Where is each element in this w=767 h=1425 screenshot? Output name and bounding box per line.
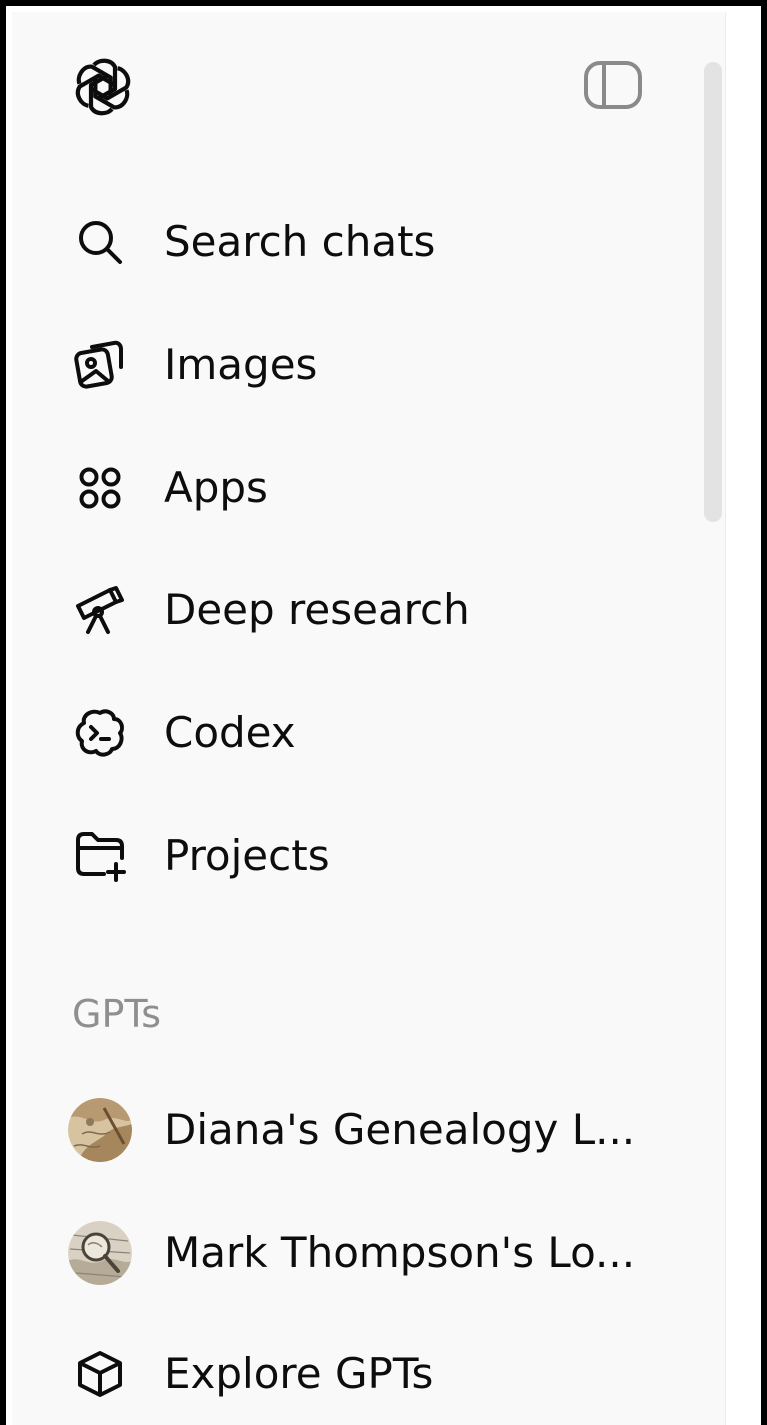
- codex-icon: [68, 701, 132, 765]
- avatar: [68, 1221, 132, 1285]
- sidebar-item-apps[interactable]: Apps: [68, 448, 668, 528]
- sidebar-item-label: Explore GPTs: [164, 1349, 434, 1398]
- sidebar-item-label: Deep research: [164, 585, 470, 634]
- folder-plus-icon: [68, 824, 132, 888]
- sidebar-item-gpt-mark-thompsons[interactable]: Mark Thompson's Lo...: [68, 1213, 668, 1293]
- sidebar-item-label: Apps: [164, 463, 268, 512]
- sidebar-item-projects[interactable]: Projects: [68, 816, 668, 896]
- sidebar-item-label: Diana's Genealogy L...: [164, 1105, 636, 1154]
- sidebar-item-label: Mark Thompson's Lo...: [164, 1228, 636, 1277]
- sidebar-scrollbar[interactable]: [704, 62, 722, 522]
- openai-logo-icon[interactable]: [68, 52, 138, 122]
- avatar: [68, 1098, 132, 1162]
- sidebar-item-images[interactable]: Images: [68, 325, 668, 405]
- sidebar-toggle-icon: [583, 60, 643, 114]
- telescope-icon: [68, 578, 132, 642]
- images-icon: [68, 333, 132, 397]
- sidebar-item-deep-research[interactable]: Deep research: [68, 570, 668, 650]
- gpt-avatar-magnifier: [68, 1221, 132, 1285]
- sidebar-item-label: Search chats: [164, 217, 436, 266]
- sidebar-item-gpt-dianas-genealogy[interactable]: Diana's Genealogy L...: [68, 1090, 668, 1170]
- sidebar-item-explore-gpts[interactable]: Explore GPTs: [68, 1334, 668, 1414]
- gpt-avatar-map: [68, 1098, 132, 1162]
- sidebar-item-label: Projects: [164, 831, 330, 880]
- sidebar-item-label: Images: [164, 340, 318, 389]
- main-content-edge: [725, 12, 761, 1425]
- sidebar-toggle-button[interactable]: [580, 54, 646, 120]
- sidebar: Search chats Images Apps Deep research C…: [12, 12, 725, 1425]
- apps-icon: [68, 456, 132, 520]
- sidebar-item-label: Codex: [164, 708, 296, 757]
- gpts-section-heading: GPTs: [72, 992, 162, 1036]
- sidebar-item-codex[interactable]: Codex: [68, 693, 668, 773]
- window-frame: Search chats Images Apps Deep research C…: [0, 0, 767, 1425]
- search-icon: [68, 210, 132, 274]
- cube-icon: [68, 1342, 132, 1406]
- sidebar-item-search-chats[interactable]: Search chats: [68, 202, 668, 282]
